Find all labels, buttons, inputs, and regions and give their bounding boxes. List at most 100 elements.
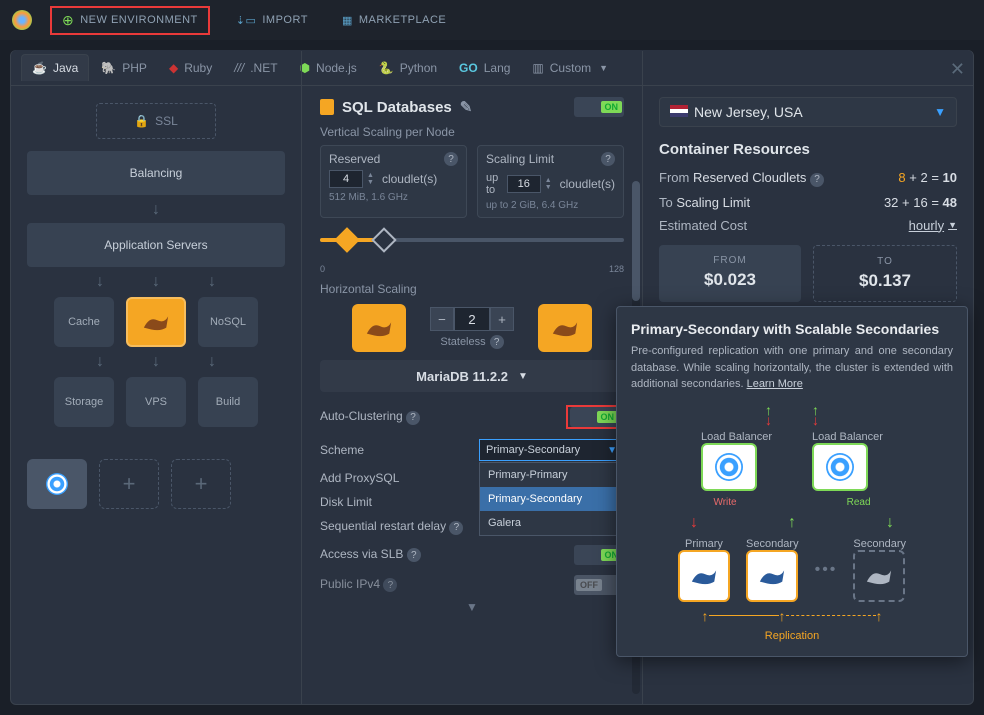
help-icon[interactable]: ? xyxy=(407,548,421,562)
to-cloudlets-row: To Scaling Limit 32 + 16 = 48 xyxy=(659,195,957,210)
increment-button[interactable]: + xyxy=(490,307,514,331)
target-icon xyxy=(46,473,68,495)
marketplace-icon: ▦ xyxy=(342,14,353,27)
scheme-option-galera[interactable]: Galera xyxy=(480,511,625,535)
reserved-cloudlets-stepper[interactable]: ▲▼ cloudlet(s) xyxy=(329,170,437,188)
scrollbar-thumb[interactable] xyxy=(632,181,640,301)
arrow-down-icon: ↓ xyxy=(152,273,160,291)
target-icon xyxy=(826,453,854,481)
balancing-layer[interactable]: Balancing xyxy=(27,151,285,195)
container-resources-title: Container Resources xyxy=(659,141,957,158)
new-environment-label: NEW ENVIRONMENT xyxy=(80,14,198,26)
ssl-toggle[interactable]: 🔒 SSL xyxy=(96,103,216,139)
node-count-input[interactable] xyxy=(454,307,490,331)
db-node-icon xyxy=(538,304,592,352)
replication-diagram: ↑↓ ↑↓ Load Balancer Load Balancer Write … xyxy=(631,405,953,642)
secondary-db-ghost xyxy=(853,550,905,602)
sql-enable-toggle[interactable]: ON xyxy=(574,97,624,117)
storage-tile[interactable]: Storage xyxy=(54,377,114,427)
add-node-button[interactable]: + xyxy=(99,459,159,509)
topology-column: 🔒 SSL Balancing ↓ Application Servers ↓ ↓… xyxy=(11,51,301,704)
lock-icon: 🔒 xyxy=(134,114,149,128)
expand-more-icon[interactable]: ▼ xyxy=(320,600,624,614)
scheme-option-primary-secondary[interactable]: Primary-Secondary xyxy=(480,487,625,511)
scheme-label: Scheme xyxy=(320,443,364,457)
reserved-value-input[interactable] xyxy=(329,170,363,188)
new-environment-button[interactable]: ⊕ NEW ENVIRONMENT xyxy=(50,6,210,35)
arrow-down-icon: ↓ xyxy=(96,273,104,291)
vertical-scaling-label: Vertical Scaling per Node xyxy=(320,125,624,139)
disk-limit-label: Disk Limit xyxy=(320,495,372,509)
public-ipv4-label: Public IPv4 xyxy=(320,577,380,591)
scheme-info-popup: Primary-Secondary with Scalable Secondar… xyxy=(616,306,968,657)
learn-more-link[interactable]: Learn More xyxy=(747,378,803,390)
database-version-select[interactable]: MariaDB 11.2.2 ▼ xyxy=(320,360,624,392)
help-icon[interactable]: ? xyxy=(406,411,420,425)
cost-from-box: FROM $0.023 xyxy=(659,245,801,302)
help-icon[interactable]: ? xyxy=(444,152,458,166)
slider-handle-limit[interactable] xyxy=(371,227,396,252)
popup-title: Primary-Secondary with Scalable Secondar… xyxy=(631,321,953,337)
reserved-card: Reserved? ▲▼ cloudlet(s) 512 MiB, 1.6 GH… xyxy=(320,145,467,218)
marketplace-button[interactable]: ▦ MARKETPLACE xyxy=(334,10,454,31)
tab-ruby[interactable]: ◆Ruby xyxy=(159,55,222,81)
tab-dotnet[interactable]: ///.NET xyxy=(224,55,287,81)
chevron-down-icon: ▼ xyxy=(934,105,946,119)
help-icon[interactable]: ? xyxy=(449,521,463,535)
target-icon xyxy=(715,453,743,481)
cache-tile[interactable]: Cache xyxy=(54,297,114,347)
extra-node-tile[interactable] xyxy=(27,459,87,509)
arrow-down-icon: ↓ xyxy=(152,353,160,371)
import-button[interactable]: ⇣▭ IMPORT xyxy=(228,10,316,31)
help-icon[interactable]: ? xyxy=(490,335,504,349)
help-icon[interactable]: ? xyxy=(383,578,397,592)
vps-tile[interactable]: VPS xyxy=(126,377,186,427)
decrement-button[interactable]: − xyxy=(430,307,454,331)
tab-php[interactable]: 🐘PHP xyxy=(91,55,157,81)
scheme-option-primary-primary[interactable]: Primary-Primary xyxy=(480,463,625,487)
access-slb-label: Access via SLB xyxy=(320,547,403,561)
slider-handle-reserved[interactable] xyxy=(335,227,360,252)
db-node-icon xyxy=(352,304,406,352)
config-column: SQL Databases ✎ ON Vertical Scaling per … xyxy=(301,51,643,704)
cost-period-select[interactable]: hourly ▼ xyxy=(909,218,957,233)
sql-databases-header: SQL Databases ✎ xyxy=(320,98,472,116)
arrow-down-icon: ↓ xyxy=(27,201,285,219)
plus-circle-icon: ⊕ xyxy=(62,12,74,29)
add-node-button[interactable]: + xyxy=(171,459,231,509)
appservers-layer[interactable]: Application Servers xyxy=(27,223,285,267)
ellipsis-icon: ••• xyxy=(815,561,838,579)
secondary-db-node xyxy=(746,550,798,602)
build-tile[interactable]: Build xyxy=(198,377,258,427)
horizontal-scaling-label: Horizontal Scaling xyxy=(320,282,624,296)
help-icon[interactable]: ? xyxy=(810,173,824,187)
nosql-tile[interactable]: NoSQL xyxy=(198,297,258,347)
app-logo xyxy=(12,10,32,30)
cloudlet-slider[interactable] xyxy=(320,226,624,256)
node-count-stepper[interactable]: − + xyxy=(430,307,514,331)
sql-tile[interactable] xyxy=(126,297,186,347)
chevron-down-icon: ▼ xyxy=(948,220,957,230)
scaling-limit-card: Scaling Limit? up to ▲▼ cloudlet(s) up t… xyxy=(477,145,624,218)
php-icon: 🐘 xyxy=(101,61,116,75)
scaling-limit-stepper[interactable]: up to ▲▼ cloudlet(s) xyxy=(486,172,615,196)
us-flag-icon xyxy=(670,105,688,117)
edit-icon[interactable]: ✎ xyxy=(460,98,473,116)
import-label: IMPORT xyxy=(262,14,308,26)
mariadb-seal-icon xyxy=(142,312,170,332)
arrow-down-icon: ↓ xyxy=(208,353,216,371)
auto-clustering-toggle[interactable]: ON xyxy=(570,407,620,427)
scheme-select[interactable]: Primary-Secondary ▼ Primary-Primary Prim… xyxy=(479,439,624,461)
tab-java[interactable]: ☕Java xyxy=(21,54,89,81)
load-balancer-node xyxy=(812,443,868,491)
add-proxysql-label: Add ProxySQL xyxy=(320,471,399,485)
ruby-icon: ◆ xyxy=(169,61,178,75)
seq-restart-label: Sequential restart delay xyxy=(320,519,446,533)
region-select[interactable]: New Jersey, USA ▼ xyxy=(659,97,957,127)
primary-db-node xyxy=(678,550,730,602)
scheme-dropdown: Primary-Primary Primary-Secondary Galera xyxy=(479,462,626,536)
help-icon[interactable]: ? xyxy=(601,152,615,166)
scaling-limit-input[interactable] xyxy=(507,175,541,193)
arrow-down-icon: ↓ xyxy=(96,353,104,371)
java-icon: ☕ xyxy=(32,61,47,75)
